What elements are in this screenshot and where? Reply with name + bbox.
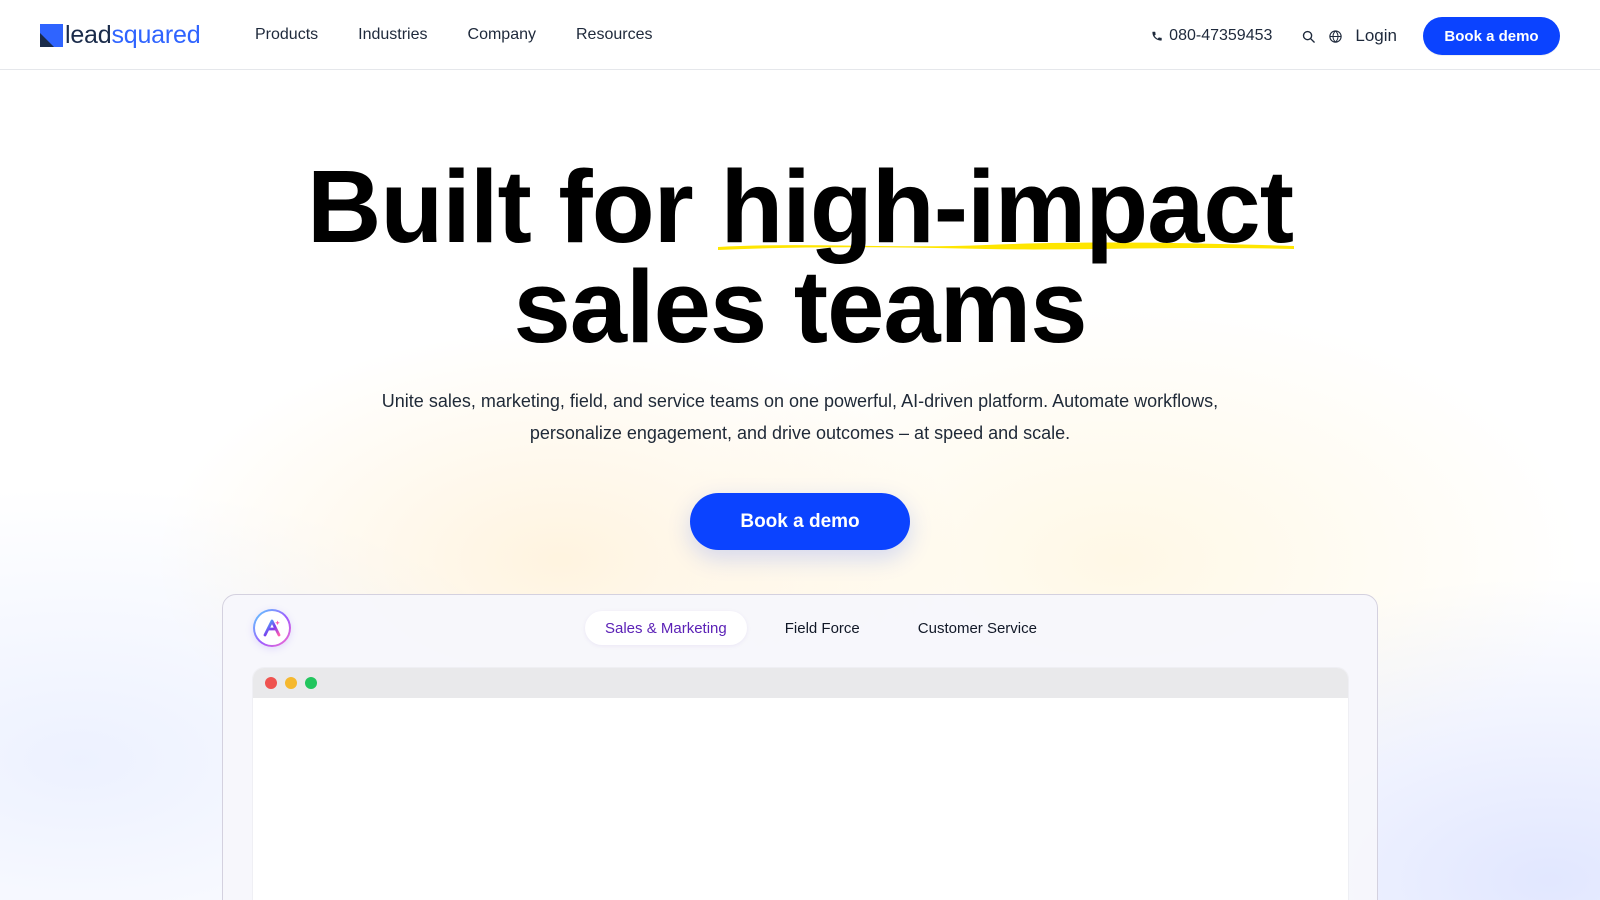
phone-icon-shape	[1152, 31, 1162, 41]
hero-subtitle-line-1: Unite sales, marketing, field, and servi…	[381, 391, 1219, 411]
ai-badge	[253, 609, 291, 647]
phone-number: 080-47359453	[1169, 27, 1273, 44]
ai-badge-inner	[255, 611, 289, 645]
logo-wordmark: lead squared	[65, 20, 201, 49]
logo-mark-icon	[40, 23, 63, 47]
hero-section: Built for high-impact sales teams Unite …	[0, 70, 1600, 550]
hero-book-demo-button[interactable]: Book a demo	[690, 493, 910, 550]
phone-icon	[1152, 31, 1162, 41]
landing-page: lead squared Products Industries Company…	[0, 0, 1600, 900]
browser-titlebar	[253, 668, 1348, 698]
primary-navigation: Products Industries Company Resources	[255, 21, 652, 49]
logo-link[interactable]: lead squared	[40, 20, 201, 50]
hero-title-prefix: Built for	[306, 149, 721, 264]
ai-badge-icon	[263, 619, 281, 637]
product-preview: Sales & Marketing Field Force Customer S…	[222, 594, 1378, 900]
close-window-icon	[265, 677, 277, 689]
tab-customer-service[interactable]: Customer Service	[898, 611, 1057, 645]
nav-book-demo-button[interactable]: Book a demo	[1423, 17, 1560, 55]
nav-item-resources[interactable]: Resources	[576, 26, 652, 44]
hero-title-highlight-text: high-impact	[720, 149, 1294, 264]
ai-badge-sparkle	[275, 620, 280, 626]
maximize-window-icon	[305, 677, 317, 689]
globe-icon	[1329, 29, 1342, 43]
nav-item-industries[interactable]: Industries	[358, 26, 427, 44]
minimize-window-icon	[285, 677, 297, 689]
hero-title-highlight: high-impact	[718, 155, 1295, 258]
tab-field-force[interactable]: Field Force	[765, 611, 880, 645]
tab-sales-marketing[interactable]: Sales & Marketing	[585, 611, 747, 645]
language-button[interactable]	[1325, 26, 1345, 46]
browser-mockup	[253, 668, 1348, 900]
nav-item-company[interactable]: Company	[468, 26, 536, 44]
login-link[interactable]: Login	[1355, 26, 1397, 46]
top-navbar: lead squared Products Industries Company…	[0, 0, 1600, 70]
hero-title: Built for high-impact sales teams	[0, 155, 1600, 364]
browser-content-area	[253, 698, 1348, 900]
logo-word-primary: lead	[65, 20, 112, 49]
search-button[interactable]	[1298, 26, 1318, 46]
navbar-actions: 080-47359453 Login Book a demo	[1151, 17, 1560, 55]
hero-subtitle-line-2: personalize engagement, and drive outcom…	[529, 423, 1071, 443]
search-icon	[1302, 30, 1315, 43]
phone-link[interactable]: 080-47359453	[1151, 27, 1272, 45]
search-icon-handle	[1309, 37, 1315, 43]
logo-word-secondary: squared	[111, 20, 201, 49]
hero-title-line-1: Built for high-impact	[0, 155, 1600, 258]
nav-item-products[interactable]: Products	[255, 26, 318, 44]
hero-title-line-2: sales teams	[513, 249, 1087, 364]
preview-tabs: Sales & Marketing Field Force Customer S…	[585, 611, 1057, 645]
hero-subtitle: Unite sales, marketing, field, and servi…	[340, 385, 1260, 449]
